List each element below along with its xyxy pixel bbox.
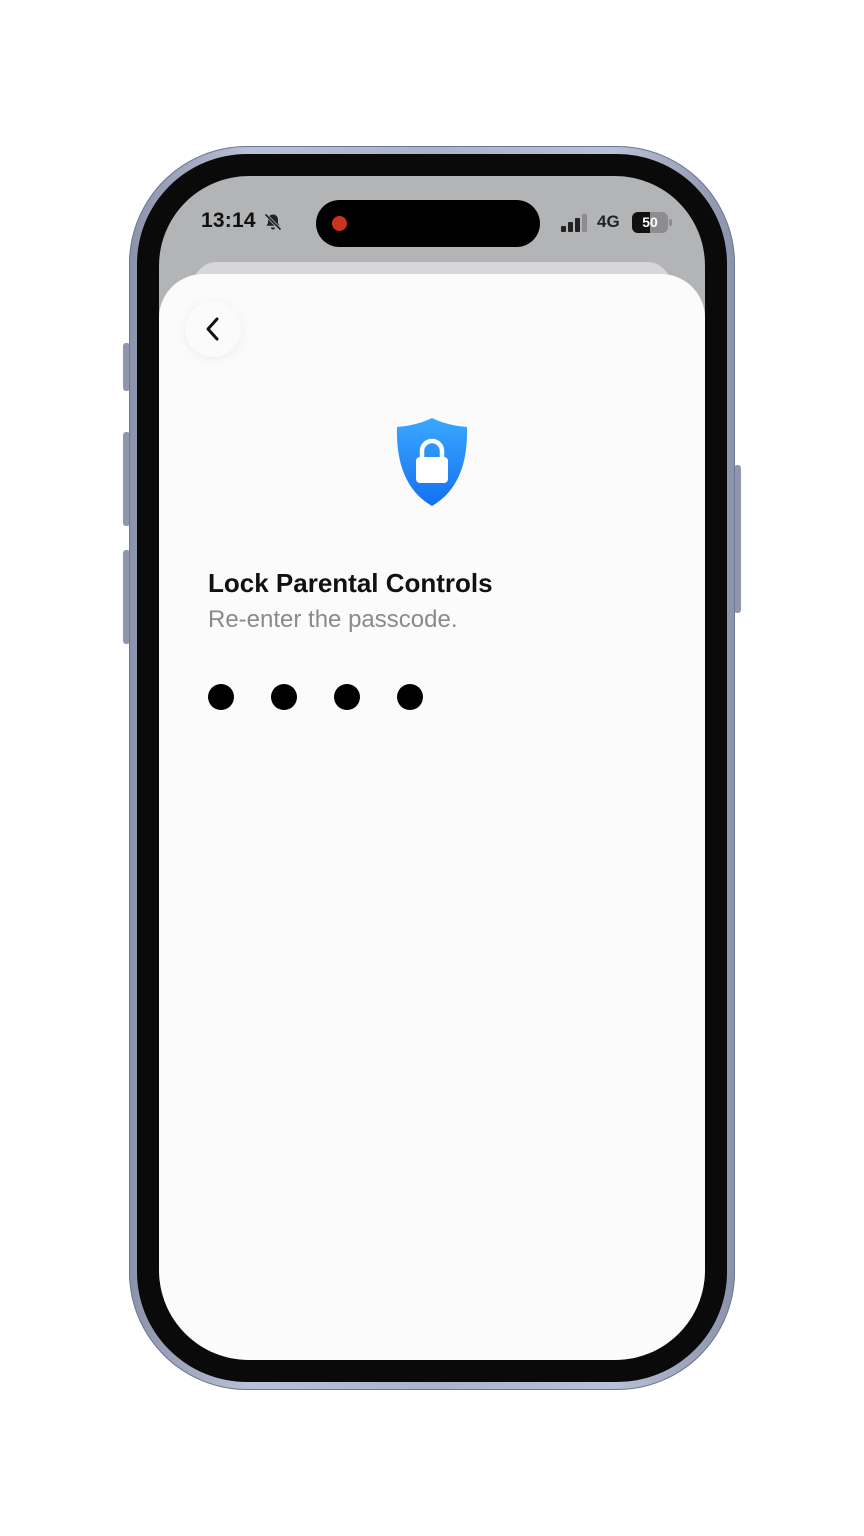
passcode-dot [271, 684, 297, 710]
page-subtitle: Re-enter the passcode. [208, 606, 458, 633]
shield-lock-icon [396, 418, 468, 506]
status-bar: 13:14 4G 50 [159, 176, 705, 266]
signal-bars-icon [561, 214, 587, 232]
recording-indicator [332, 216, 347, 231]
page-title: Lock Parental Controls [208, 568, 493, 598]
back-button[interactable] [185, 301, 241, 357]
status-time: 13:14 [201, 209, 256, 232]
network-type: 4G [597, 212, 620, 231]
passcode-dot [334, 684, 360, 710]
phone-screen: 13:14 4G 50 Lock Parental Controls Re-en… [159, 176, 705, 1360]
passcode-dot [397, 684, 423, 710]
stage: 13:14 4G 50 Lock Parental Controls Re-en… [0, 0, 864, 1536]
power-button [734, 465, 741, 613]
battery-percent: 50 [642, 214, 658, 230]
battery-indicator: 50 [632, 212, 672, 233]
passcode-indicator [208, 684, 423, 710]
bell-slash-icon [264, 213, 282, 231]
dynamic-island [316, 200, 540, 247]
battery-cap [669, 219, 672, 226]
passcode-dot [208, 684, 234, 710]
chevron-left-icon [206, 317, 219, 341]
battery-body: 50 [632, 212, 668, 233]
